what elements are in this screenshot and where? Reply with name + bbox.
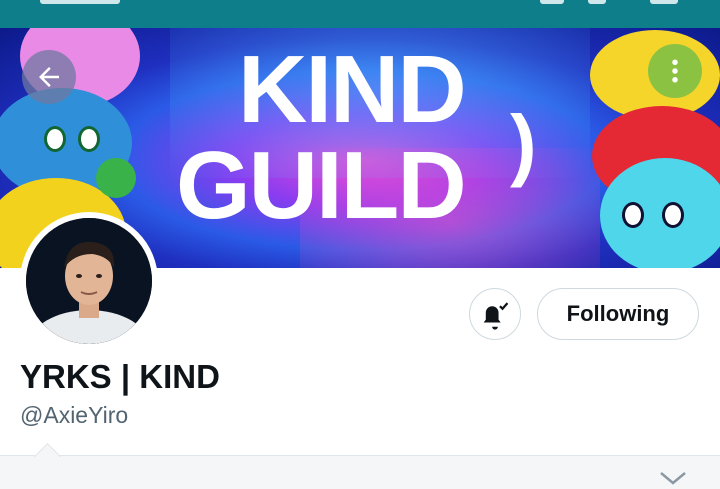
banner-paren: ) — [510, 99, 537, 188]
creature-green-leaf — [96, 158, 136, 198]
status-icon-fragment — [650, 0, 678, 4]
chevron-down-icon[interactable] — [658, 470, 688, 486]
status-icon-fragment — [540, 0, 564, 4]
display-name: YRKS | KIND — [20, 358, 220, 395]
banner-title-line1: KIND — [238, 36, 467, 143]
bell-check-icon — [483, 302, 509, 330]
creature-cyan — [600, 158, 720, 268]
arrow-left-icon — [39, 67, 59, 87]
notifications-button[interactable] — [469, 288, 521, 340]
status-bar — [0, 0, 720, 28]
banner-title-line2: GUILD — [176, 132, 467, 239]
more-options-button[interactable] — [648, 44, 702, 98]
avatar-portrait — [26, 218, 152, 344]
status-clock-fragment — [40, 0, 120, 4]
bottom-panel — [0, 455, 720, 489]
user-handle: @AxieYiro — [20, 402, 129, 428]
banner-title: KIND GUILD — [176, 42, 556, 234]
avatar[interactable] — [26, 218, 152, 344]
status-icon-fragment — [588, 0, 606, 4]
following-button[interactable]: Following — [537, 288, 699, 340]
back-button[interactable] — [22, 50, 76, 104]
more-vertical-icon — [672, 59, 678, 83]
